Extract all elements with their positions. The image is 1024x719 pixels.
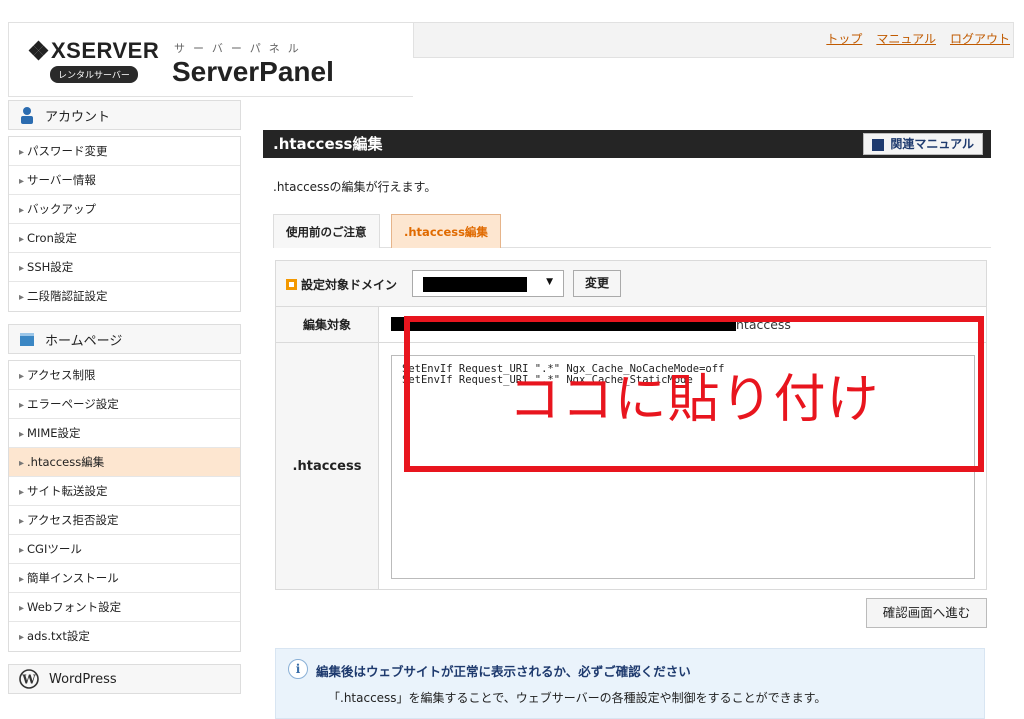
arrow-icon: ▸ <box>19 263 25 274</box>
confirm-button[interactable]: 確認画面へ進む <box>866 598 987 628</box>
sidebar-item-server-info[interactable]: ▸ サーバー情報 <box>9 166 240 195</box>
sidebar-item-label: MIME設定 <box>27 426 81 440</box>
sidebar-item-label: アクセス制限 <box>27 368 96 382</box>
arrow-icon: ▸ <box>19 516 25 527</box>
sidebar-item-password[interactable]: ▸ パスワード変更 <box>9 137 240 166</box>
info-text: 「.htaccess」を編集することで、ウェブサーバーの各種設定や制御をすること… <box>328 691 827 705</box>
redacted-domain <box>423 277 527 292</box>
arrow-icon: ▸ <box>19 487 25 498</box>
sidebar-section-title: ホームページ <box>45 333 123 349</box>
sidebar-item-label: サイト転送設定 <box>27 484 108 498</box>
arrow-icon: ▸ <box>19 632 25 643</box>
info-box: i 編集後はウェブサイトが正常に表示されるか、必ずご確認ください 「.htacc… <box>275 648 985 719</box>
sidebar-item-label: .htaccess編集 <box>27 455 105 469</box>
target-label: 編集対象 <box>276 307 379 342</box>
sidebar-item-mime[interactable]: ▸ MIME設定 <box>9 419 240 448</box>
xserver-logo-text: XSERVER <box>51 38 160 63</box>
sidebar-item-label: バックアップ <box>27 202 97 216</box>
page-title-bar: .htaccess編集 関連マニュアル <box>263 130 991 158</box>
sidebar-section-wordpress: W WordPress <box>8 664 241 694</box>
panel-subtitle: サーバーパネル <box>174 42 307 55</box>
sidebar-item-label: Cron設定 <box>27 231 77 245</box>
arrow-icon: ▸ <box>19 176 25 187</box>
sidebar-item-backup[interactable]: ▸ バックアップ <box>9 195 240 224</box>
sidebar-item-webfont[interactable]: ▸ Webフォント設定 <box>9 593 240 622</box>
sidebar-item-label: アクセス拒否設定 <box>27 513 119 527</box>
sidebar-section-title: WordPress <box>49 671 117 687</box>
page-description: .htaccessの編集が行えます。 <box>273 180 437 194</box>
sidebar-item-htaccess[interactable]: ▸ .htaccess編集 <box>9 448 240 477</box>
xserver-diamond-icon <box>28 40 49 61</box>
arrow-icon: ▸ <box>19 603 25 614</box>
related-manual-label: 関連マニュアル <box>890 137 974 151</box>
sidebar-item-label: パスワード変更 <box>27 144 108 158</box>
sidebar-item-cron[interactable]: ▸ Cron設定 <box>9 224 240 253</box>
xserver-logo[interactable]: XSERVER <box>28 38 160 64</box>
arrow-icon: ▸ <box>19 147 25 158</box>
orange-square-icon <box>286 279 297 290</box>
sidebar-item-error-page[interactable]: ▸ エラーページ設定 <box>9 390 240 419</box>
top-strip <box>0 0 1024 22</box>
sidebar-item-label: 簡単インストール <box>27 571 119 585</box>
page-title: .htaccess編集 <box>273 135 383 153</box>
domain-label: 設定対象ドメイン <box>286 276 397 293</box>
sidebar-section-account: アカウント <box>8 100 241 130</box>
wordpress-icon: W <box>19 669 39 689</box>
domain-row: 設定対象ドメイン ▼ 変更 <box>276 261 986 307</box>
arrow-icon: ▸ <box>19 400 25 411</box>
user-icon <box>21 107 33 124</box>
arrow-icon: ▸ <box>19 292 25 303</box>
account-nav-list: ▸ パスワード変更 ▸ サーバー情報 ▸ バックアップ ▸ Cron設定 ▸ SSH設定 … <box>8 136 241 312</box>
htaccess-label: .htaccess <box>276 343 379 589</box>
sidebar-item-ssh[interactable]: ▸ SSH設定 <box>9 253 240 282</box>
panel-title: ServerPanel <box>172 56 334 87</box>
sidebar-item-label: サーバー情報 <box>27 173 96 187</box>
logout-link[interactable]: ログアウト <box>950 30 1010 47</box>
sidebar-item-access-limit[interactable]: ▸ アクセス制限 <box>9 361 240 390</box>
info-title: 編集後はウェブサイトが正常に表示されるか、必ずご確認ください <box>316 664 691 679</box>
change-button[interactable]: 変更 <box>573 270 621 297</box>
sidebar-item-label: CGIツール <box>27 542 82 556</box>
homepage-folder-icon <box>20 333 34 346</box>
paste-here-text: ココに貼り付け <box>508 369 880 430</box>
sidebar: アカウント ▸ パスワード変更 ▸ サーバー情報 ▸ バックアップ ▸ Cron設定 ▸… <box>8 100 241 694</box>
sidebar-item-label: Webフォント設定 <box>27 600 122 614</box>
sidebar-section-title: アカウント <box>45 109 111 125</box>
rental-server-badge: レンタルサーバー <box>50 66 138 83</box>
domain-select[interactable]: ▼ <box>412 270 564 297</box>
arrow-icon: ▸ <box>19 458 25 469</box>
sidebar-item-ads-txt[interactable]: ▸ ads.txt設定 <box>9 622 240 651</box>
arrow-icon: ▸ <box>19 429 25 440</box>
tab-bar: 使用前のご注意 .htaccess編集 <box>273 214 991 248</box>
sidebar-item-label: 二段階認証設定 <box>27 289 108 303</box>
arrow-icon: ▸ <box>19 371 25 382</box>
related-manual-button[interactable]: 関連マニュアル <box>863 133 983 155</box>
sidebar-item-label: エラーページ設定 <box>27 397 119 411</box>
tab-precautions[interactable]: 使用前のご注意 <box>273 214 380 248</box>
sidebar-item-cgi[interactable]: ▸ CGIツール <box>9 535 240 564</box>
book-icon <box>872 139 885 151</box>
domain-label-text: 設定対象ドメイン <box>301 278 398 292</box>
dropdown-caret-icon: ▼ <box>546 277 553 287</box>
manual-link[interactable]: マニュアル <box>876 30 936 47</box>
sidebar-item-label: ads.txt設定 <box>27 629 90 643</box>
header-links: トップ マニュアル ログアウト <box>826 30 1010 47</box>
sidebar-item-easy-install[interactable]: ▸ 簡単インストール <box>9 564 240 593</box>
sidebar-item-redirect[interactable]: ▸ サイト転送設定 <box>9 477 240 506</box>
paste-here-annotation: ココに貼り付け <box>404 316 984 472</box>
sidebar-item-label: SSH設定 <box>27 260 74 274</box>
tab-htaccess-edit[interactable]: .htaccess編集 <box>391 214 501 248</box>
arrow-icon: ▸ <box>19 205 25 216</box>
arrow-icon: ▸ <box>19 234 25 245</box>
sidebar-item-2fa[interactable]: ▸ 二段階認証設定 <box>9 282 240 311</box>
arrow-icon: ▸ <box>19 574 25 585</box>
arrow-icon: ▸ <box>19 545 25 556</box>
svg-text:W: W <box>21 673 36 687</box>
sidebar-item-access-deny[interactable]: ▸ アクセス拒否設定 <box>9 506 240 535</box>
info-icon: i <box>288 659 308 679</box>
top-link[interactable]: トップ <box>826 30 862 47</box>
htaccess-form: 設定対象ドメイン ▼ 変更 編集対象 htaccess .htaccess Se… <box>275 260 987 590</box>
homepage-nav-list: ▸ アクセス制限 ▸ エラーページ設定 ▸ MIME設定 ▸ .htaccess編集 ▸… <box>8 360 241 652</box>
sidebar-section-homepage: ホームページ <box>8 324 241 354</box>
